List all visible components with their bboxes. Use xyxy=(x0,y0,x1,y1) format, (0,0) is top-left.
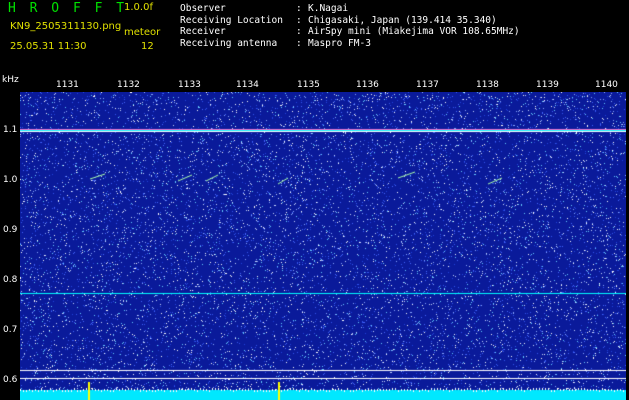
x-tick: 1133 xyxy=(178,80,201,90)
y-tick: 1.0 xyxy=(3,175,18,185)
y-tick: 0.9 xyxy=(3,225,18,235)
filename-label: KN9_2505311130.png xyxy=(10,21,122,32)
info-row: Receiver: AirSpy mini (Miakejima VOR 108.… xyxy=(180,26,520,38)
y-tick: 0.8 xyxy=(3,275,18,285)
x-tick: 1140 xyxy=(595,80,618,90)
app-title: H R O F F T xyxy=(8,1,128,16)
spectrogram-canvas xyxy=(20,92,626,400)
info-value: Chigasaki, Japan (139.414 35.340) xyxy=(308,14,497,26)
info-row: Observer: K.Nagai xyxy=(180,3,520,15)
header-panel: H R O F F T 1.0.0f KN9_2505311130.png me… xyxy=(0,0,629,78)
info-key: Receiving antenna xyxy=(180,38,278,50)
info-value: K.Nagai xyxy=(308,3,349,14)
program-label: meteor xyxy=(124,27,161,38)
info-colon: : xyxy=(296,38,302,50)
station-info: Observer: K.Nagai Receiving Location: Chig… xyxy=(180,3,520,50)
info-row: Receiving Location: Chigasaki, Japan (139… xyxy=(180,15,520,27)
x-tick: 1139 xyxy=(536,80,559,90)
info-key: Receiver xyxy=(180,26,226,38)
info-value: AirSpy mini (Miakejima VOR 108.65MHz) xyxy=(308,26,520,38)
info-colon: : xyxy=(296,26,302,38)
info-value: Maspro FM-3 xyxy=(308,38,371,50)
x-tick: 1138 xyxy=(476,80,499,90)
info-key: Receiving Location xyxy=(180,14,283,26)
version-label: 1.0.0f xyxy=(124,2,153,13)
y-tick: 1.1 xyxy=(3,125,18,135)
x-tick: 1136 xyxy=(356,80,379,90)
x-tick: 1135 xyxy=(297,80,320,90)
y-tick: 0.6 xyxy=(3,375,18,385)
x-tick: 1131 xyxy=(56,80,79,90)
info-colon: : xyxy=(296,3,302,14)
x-tick: 1134 xyxy=(236,80,259,90)
spectrogram-plot xyxy=(20,92,626,400)
info-colon: : xyxy=(296,14,302,26)
x-axis-ticks: 1131 1132 1133 1134 1135 1136 1137 1138 … xyxy=(0,80,629,92)
datetime-label: 25.05.31 11:30 xyxy=(10,41,87,52)
y-tick: 0.7 xyxy=(3,325,18,335)
x-tick: 1132 xyxy=(117,80,140,90)
x-tick: 1137 xyxy=(416,80,439,90)
info-key: Observer xyxy=(180,3,226,14)
count-label: 12 xyxy=(141,41,154,52)
info-row: Receiving antenna: Maspro FM-3 xyxy=(180,38,520,50)
